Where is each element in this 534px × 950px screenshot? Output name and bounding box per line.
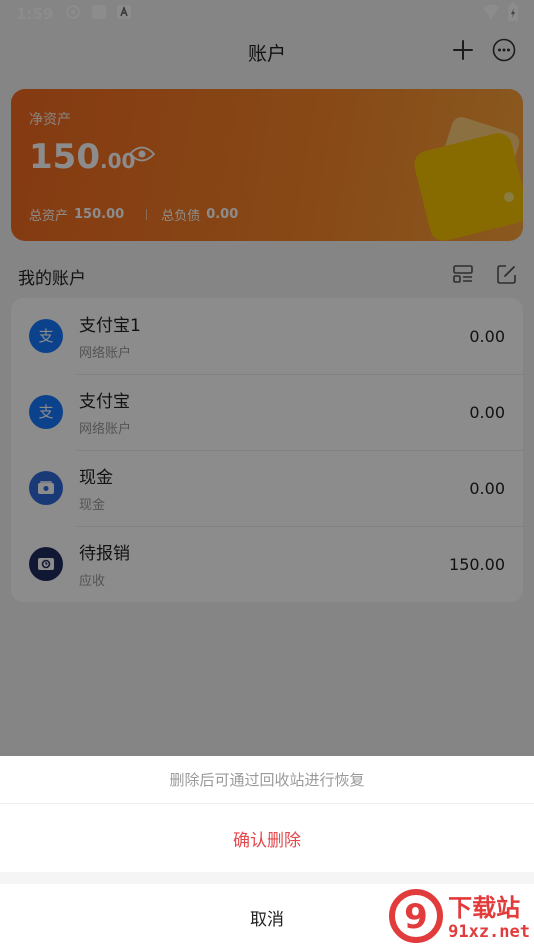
watermark-logo-text: 9 xyxy=(404,897,428,937)
watermark-logo: 9 xyxy=(388,888,444,948)
delete-hint: 删除后可通过回收站进行恢复 xyxy=(0,756,534,804)
confirm-delete-button[interactable]: 确认删除 xyxy=(0,804,534,872)
watermark-cn: 下载站 xyxy=(448,894,521,922)
watermark: 9 下载站 91xz.net xyxy=(388,888,530,948)
watermark-en: 91xz.net xyxy=(448,922,530,942)
